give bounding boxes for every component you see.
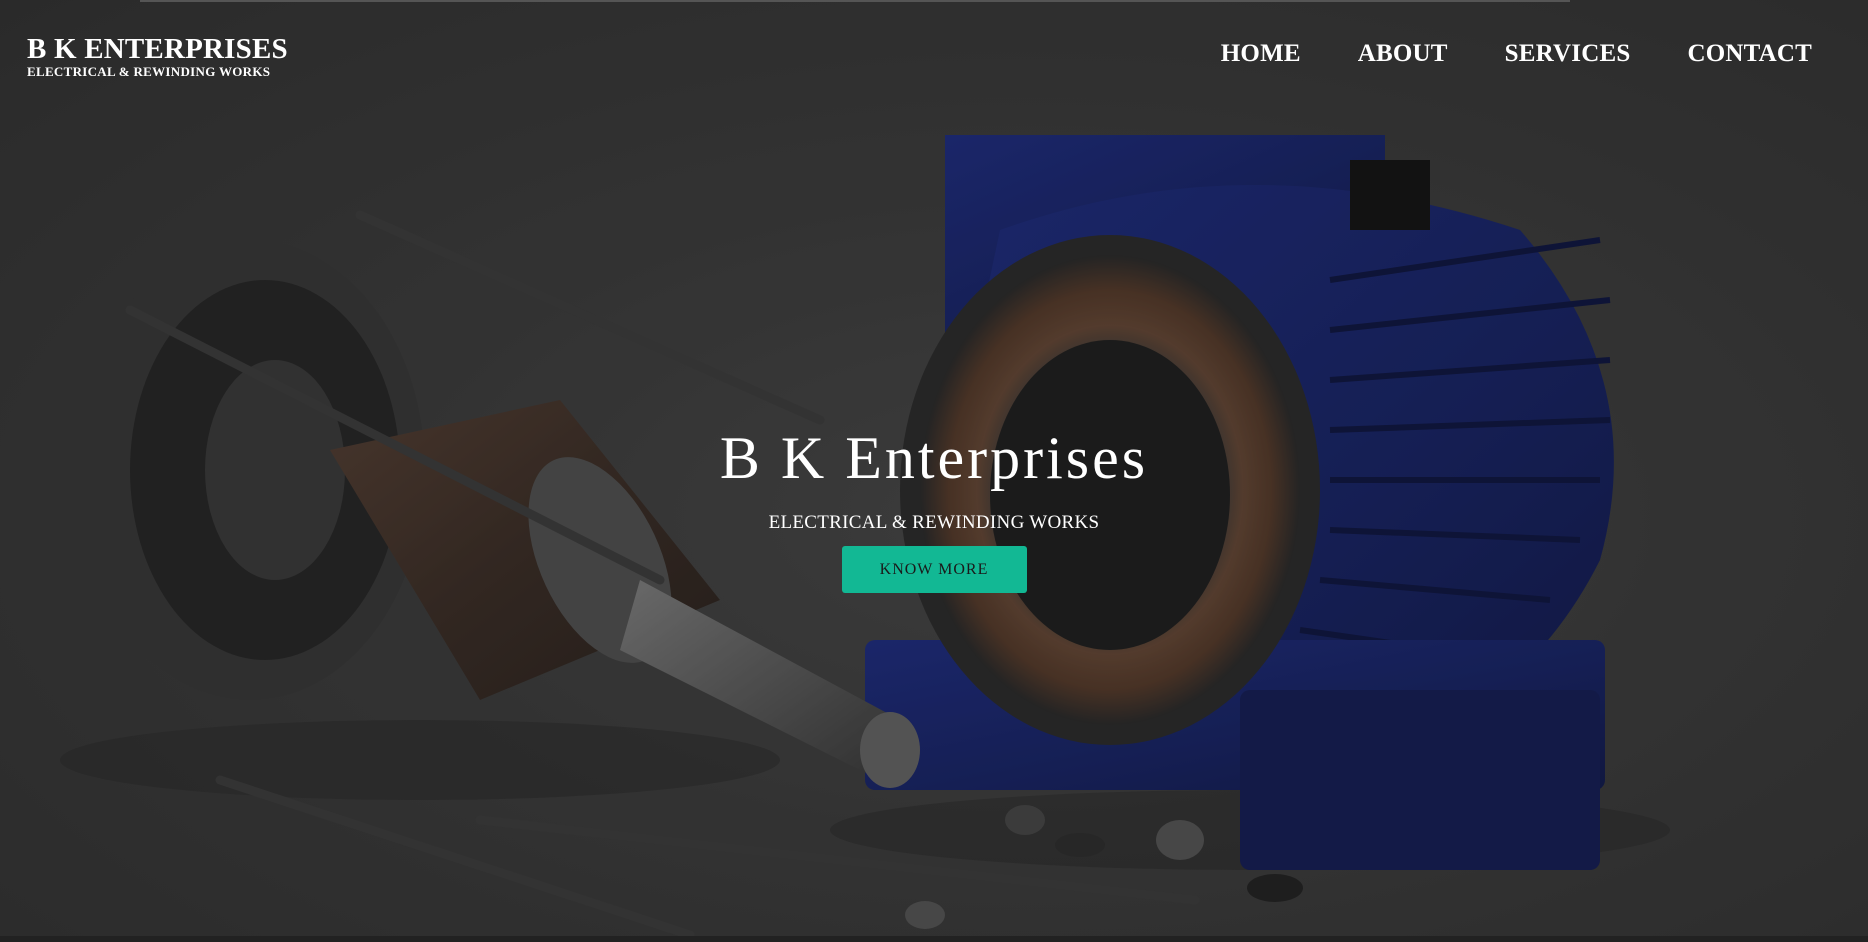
hero-subtitle: ELECTRICAL & REWINDING WORKS	[768, 512, 1100, 533]
hero-section: B K ENTERPRISES ELECTRICAL & REWINDING W…	[0, 0, 1868, 942]
nav-item-about[interactable]: ABOUT	[1358, 40, 1448, 68]
hero-content: B K Enterprises ELECTRICAL & REWINDING W…	[0, 418, 1868, 593]
nav-item-services[interactable]: SERVICES	[1505, 40, 1631, 68]
brand-title: B K ENTERPRISES	[27, 33, 288, 65]
nav-item-home[interactable]: HOME	[1221, 40, 1301, 68]
hero-title: B K Enterprises	[719, 425, 1149, 491]
top-divider	[140, 0, 1570, 2]
main-nav: HOME ABOUT SERVICES CONTACT	[1164, 40, 1812, 68]
brand-logo[interactable]: B K ENTERPRISES ELECTRICAL & REWINDING W…	[27, 32, 288, 80]
nav-item-contact[interactable]: CONTACT	[1687, 40, 1812, 68]
bottom-edge	[0, 936, 1868, 942]
brand-subtitle: ELECTRICAL & REWINDING WORKS	[27, 64, 271, 79]
know-more-button[interactable]: KNOW MORE	[841, 546, 1027, 593]
